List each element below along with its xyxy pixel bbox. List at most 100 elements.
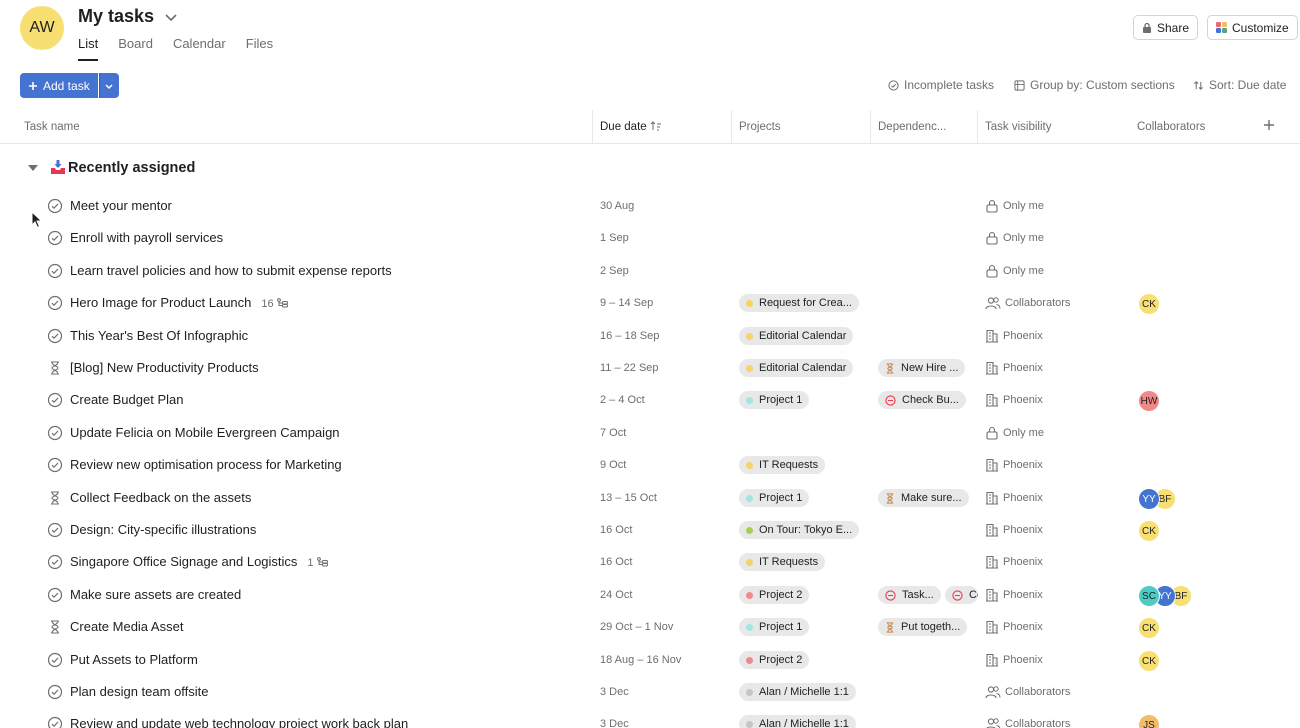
project-pill[interactable]: Editorial Calendar bbox=[739, 359, 854, 377]
due-date[interactable]: 29 Oct – 1 Nov bbox=[600, 621, 673, 633]
task-visibility[interactable]: Only me bbox=[985, 231, 1044, 245]
project-pill[interactable]: Project 1 bbox=[739, 391, 810, 409]
complete-check-icon[interactable] bbox=[47, 554, 63, 570]
collaborator-avatar[interactable]: YY bbox=[1138, 488, 1160, 510]
task-visibility[interactable]: Collaborators bbox=[985, 685, 1070, 699]
collaborator-avatar[interactable]: CK bbox=[1138, 520, 1160, 542]
task-name[interactable]: Collect Feedback on the assets bbox=[70, 490, 251, 505]
task-row[interactable]: Make sure assets are created 24 Oct Projec… bbox=[0, 579, 1300, 611]
task-visibility[interactable]: Only me bbox=[985, 426, 1044, 440]
task-visibility[interactable]: Phoenix bbox=[985, 491, 1043, 505]
column-divider[interactable] bbox=[870, 110, 871, 144]
complete-check-icon[interactable] bbox=[47, 263, 63, 279]
column-due-date[interactable]: Due date bbox=[600, 121, 662, 133]
task-name[interactable]: Update Felicia on Mobile Evergreen Campa… bbox=[70, 425, 340, 440]
task-name[interactable]: Enroll with payroll services bbox=[70, 230, 223, 245]
dependency-pill[interactable]: Check Bu... bbox=[878, 391, 966, 409]
collaborator-avatar[interactable]: CK bbox=[1138, 293, 1160, 315]
task-visibility[interactable]: Phoenix bbox=[985, 555, 1043, 569]
collaborators[interactable]: CK bbox=[1138, 293, 1160, 315]
project-pill[interactable]: Alan / Michelle 1:1 bbox=[739, 715, 856, 728]
task-row[interactable]: Meet your mentor 30 Aug Only me bbox=[0, 190, 1300, 222]
complete-check-icon[interactable] bbox=[47, 457, 63, 473]
task-name[interactable]: Meet your mentor bbox=[70, 198, 172, 213]
subtask-count[interactable]: 1 bbox=[307, 556, 328, 570]
due-date[interactable]: 9 – 14 Sep bbox=[600, 297, 653, 309]
due-date[interactable]: 16 – 18 Sep bbox=[600, 330, 659, 342]
dependency-pill[interactable]: Co bbox=[945, 586, 978, 604]
task-name[interactable]: Put Assets to Platform bbox=[70, 652, 198, 667]
task-name[interactable]: Plan design team offsite bbox=[70, 684, 209, 699]
dependency-pill[interactable]: Put togeth... bbox=[878, 618, 968, 636]
customize-button[interactable]: Customize bbox=[1207, 15, 1298, 40]
project-pill[interactable]: Project 2 bbox=[739, 651, 810, 669]
collaborator-avatar[interactable]: HW bbox=[1138, 390, 1160, 412]
column-divider[interactable] bbox=[977, 110, 978, 144]
complete-check-icon[interactable] bbox=[47, 684, 63, 700]
task-visibility[interactable]: Phoenix bbox=[985, 523, 1043, 537]
task-row[interactable]: Put Assets to Platform 18 Aug – 16 Nov Pro… bbox=[0, 644, 1300, 676]
complete-check-icon[interactable] bbox=[47, 587, 63, 603]
add-column-icon[interactable] bbox=[1262, 118, 1276, 132]
complete-check-icon[interactable] bbox=[47, 328, 63, 344]
task-row[interactable]: Design: City-specific illustrations 16 Oc… bbox=[0, 514, 1300, 546]
complete-check-icon[interactable] bbox=[47, 295, 63, 311]
task-row[interactable]: Collect Feedback on the assets 13 – 15 Oc… bbox=[0, 482, 1300, 514]
due-date[interactable]: 3 Dec bbox=[600, 718, 629, 728]
column-dependencies[interactable]: Dependenc... bbox=[878, 121, 946, 133]
due-date[interactable]: 9 Oct bbox=[600, 459, 626, 471]
column-collaborators[interactable]: Collaborators bbox=[1137, 121, 1205, 133]
project-pill[interactable]: Project 1 bbox=[739, 489, 810, 507]
project-pill[interactable]: Project 1 bbox=[739, 618, 810, 636]
due-date[interactable]: 3 Dec bbox=[600, 686, 629, 698]
task-row[interactable]: Create Media Asset 29 Oct – 1 Nov Project … bbox=[0, 611, 1300, 643]
task-visibility[interactable]: Phoenix bbox=[985, 588, 1043, 602]
task-name[interactable]: [Blog] New Productivity Products bbox=[70, 360, 259, 375]
collaborator-avatar[interactable]: SC bbox=[1138, 585, 1160, 607]
tab-calendar[interactable]: Calendar bbox=[173, 36, 226, 61]
collaborators[interactable]: SC YY BF bbox=[1138, 585, 1192, 607]
project-pill[interactable]: IT Requests bbox=[739, 456, 826, 474]
dependency-pill[interactable]: Make sure... bbox=[878, 489, 969, 507]
task-visibility[interactable]: Phoenix bbox=[985, 361, 1043, 375]
task-name[interactable]: Learn travel policies and how to submit … bbox=[70, 263, 392, 278]
due-date[interactable]: 13 – 15 Oct bbox=[600, 492, 657, 504]
collaborators[interactable]: CK bbox=[1138, 617, 1160, 639]
section-title[interactable]: Recently assigned bbox=[68, 160, 195, 176]
complete-check-icon[interactable] bbox=[47, 522, 63, 538]
due-date[interactable]: 2 Sep bbox=[600, 265, 629, 277]
hourglass-icon[interactable] bbox=[47, 360, 63, 376]
collapse-triangle-icon[interactable] bbox=[28, 164, 38, 172]
chevron-down-icon[interactable] bbox=[164, 10, 178, 24]
due-date[interactable]: 7 Oct bbox=[600, 427, 626, 439]
task-visibility[interactable]: Collaborators bbox=[985, 296, 1070, 310]
collaborators[interactable]: HW bbox=[1138, 390, 1160, 412]
collaborators[interactable]: CK bbox=[1138, 650, 1160, 672]
task-name[interactable]: This Year's Best Of Infographic bbox=[70, 328, 248, 343]
collaborators[interactable]: YY BF bbox=[1138, 488, 1176, 510]
collaborator-avatar[interactable]: CK bbox=[1138, 617, 1160, 639]
add-task-button[interactable]: Add task bbox=[20, 73, 98, 98]
task-name[interactable]: Design: City-specific illustrations bbox=[70, 522, 256, 537]
due-date[interactable]: 16 Oct bbox=[600, 556, 632, 568]
collaborator-avatar[interactable]: JS bbox=[1138, 714, 1160, 728]
task-row[interactable]: Enroll with payroll services 1 Sep Only me bbox=[0, 222, 1300, 254]
task-name[interactable]: Review new optimisation process for Mark… bbox=[70, 457, 342, 472]
column-divider[interactable] bbox=[731, 110, 732, 144]
dependency-pill[interactable]: New Hire ... bbox=[878, 359, 966, 377]
task-visibility[interactable]: Phoenix bbox=[985, 458, 1043, 472]
task-row[interactable]: Review and update web technology project… bbox=[0, 708, 1300, 728]
task-visibility[interactable]: Only me bbox=[985, 199, 1044, 213]
task-visibility[interactable]: Phoenix bbox=[985, 329, 1043, 343]
task-row[interactable]: Review new optimisation process for Mark… bbox=[0, 449, 1300, 481]
due-date[interactable]: 30 Aug bbox=[600, 200, 634, 212]
incomplete-tasks-filter[interactable]: Incomplete tasks bbox=[888, 78, 994, 92]
user-avatar[interactable]: AW bbox=[20, 6, 64, 50]
task-visibility[interactable]: Phoenix bbox=[985, 620, 1043, 634]
complete-check-icon[interactable] bbox=[47, 230, 63, 246]
hourglass-icon[interactable] bbox=[47, 490, 63, 506]
due-date[interactable]: 1 Sep bbox=[600, 232, 629, 244]
task-visibility[interactable]: Phoenix bbox=[985, 393, 1043, 407]
column-projects[interactable]: Projects bbox=[739, 121, 781, 133]
task-row[interactable]: This Year's Best Of Infographic 16 – 18 S… bbox=[0, 320, 1300, 352]
